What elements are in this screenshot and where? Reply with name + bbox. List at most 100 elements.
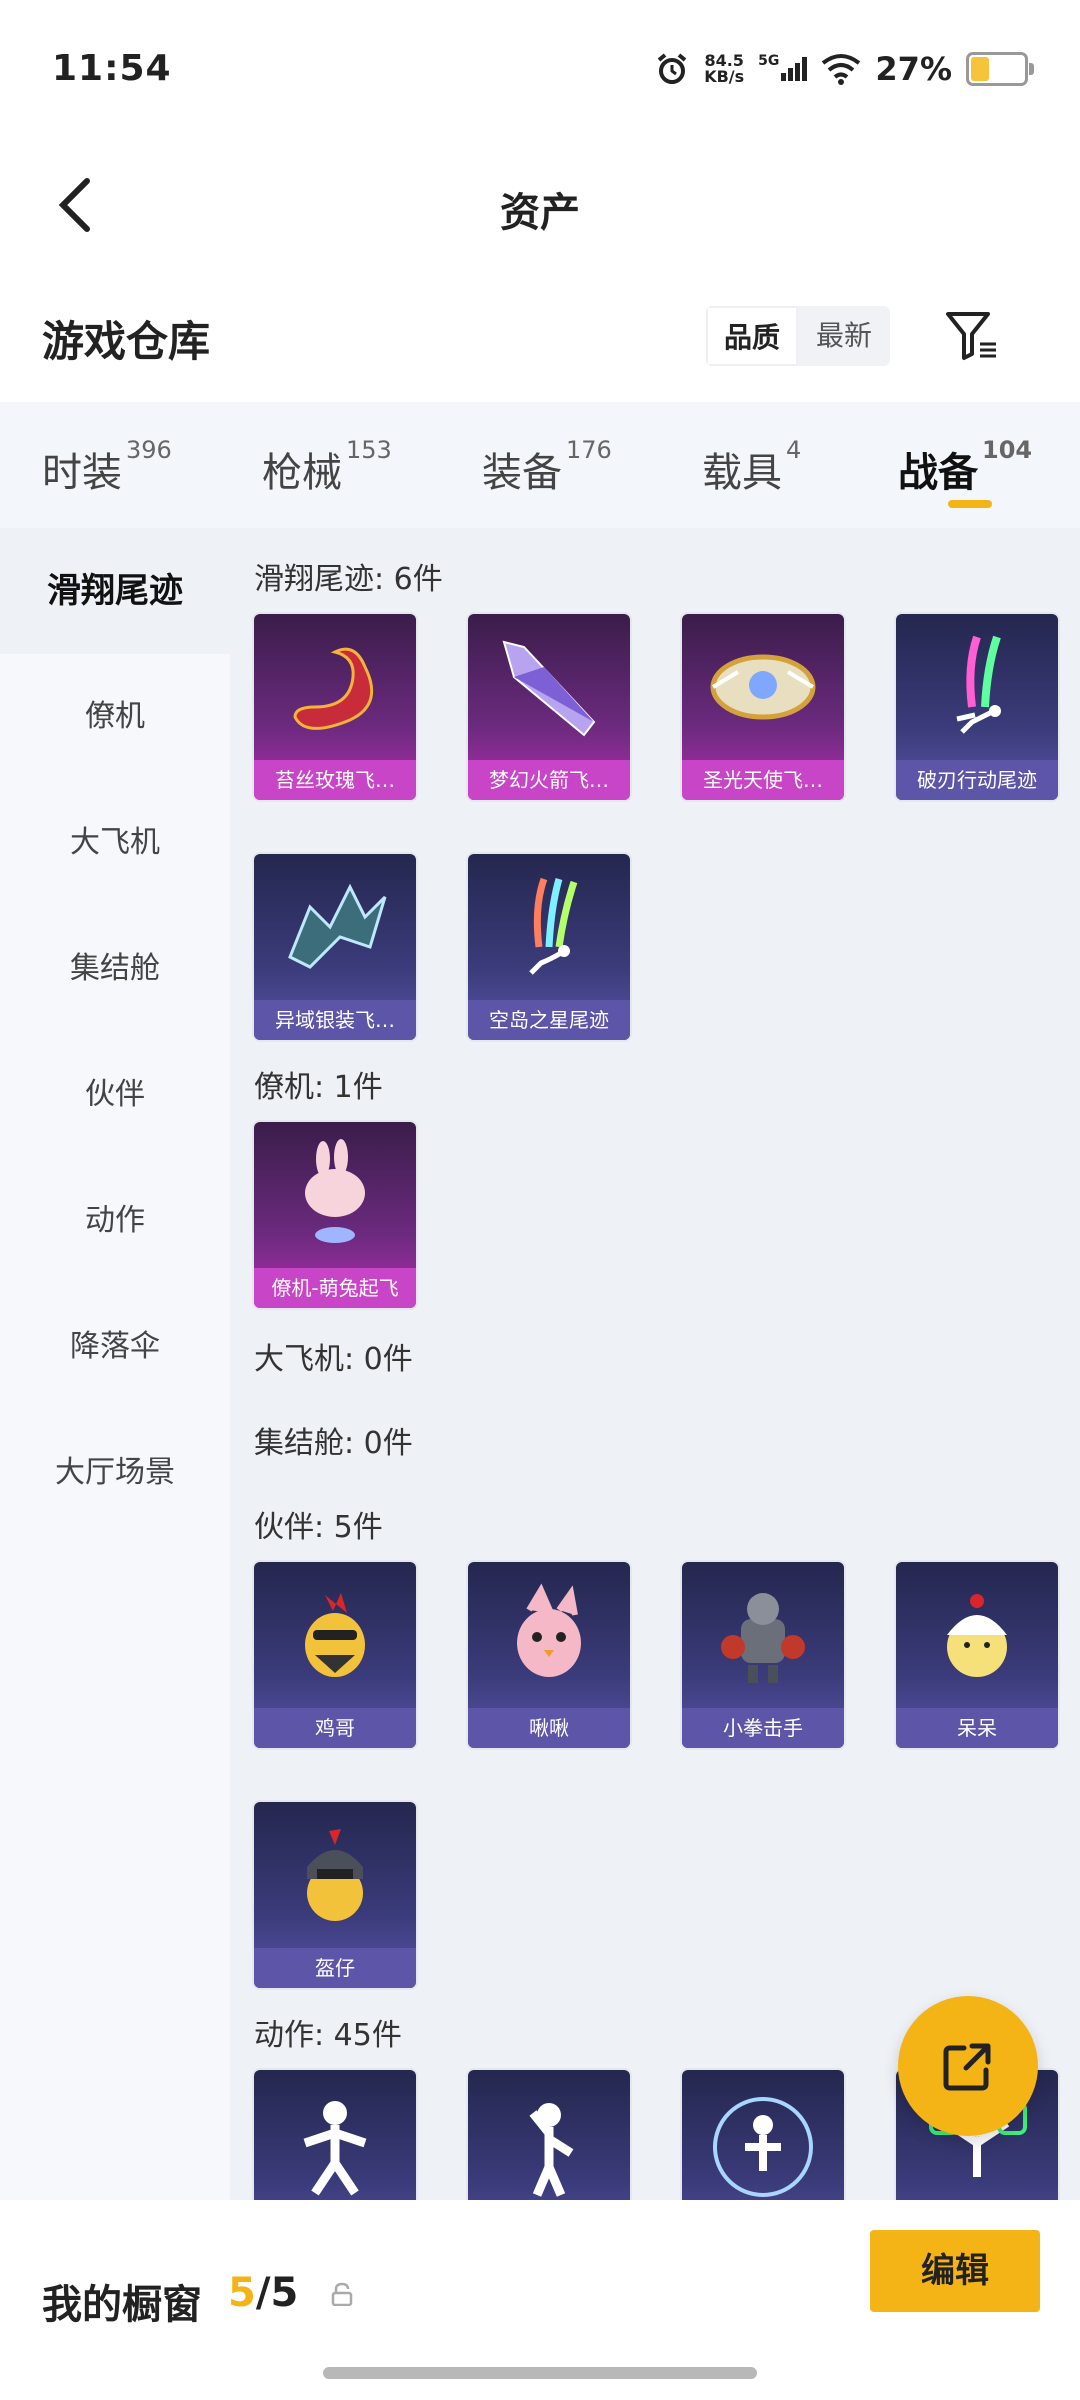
tab-fashion-label: 时装 — [42, 450, 122, 496]
item-card[interactable]: 圣光天使飞… — [682, 614, 844, 800]
sidebar-item-lobby[interactable]: 大厅场景 — [0, 1410, 230, 1536]
item-card[interactable]: 啾啾 — [468, 1562, 630, 1748]
status-bar: 11:54 84.5 KB/s 5G 27% — [0, 0, 1080, 140]
item-label: 空岛之星尾迹 — [468, 1000, 630, 1040]
tab-equipment-label: 装备 — [482, 450, 562, 496]
tab-equipment-count: 176 — [566, 436, 612, 464]
filter-icon — [946, 312, 996, 360]
lock-icon — [331, 2282, 353, 2306]
item-label: 鸡哥 — [254, 1708, 416, 1748]
tab-combat-gear-count: 104 — [982, 436, 1033, 464]
item-label: 梦幻火箭飞… — [468, 760, 630, 800]
item-label: 僚机-萌兔起飞 — [254, 1268, 416, 1308]
sidebar-item-partner[interactable]: 伙伴 — [0, 1032, 230, 1158]
showcase-total: /5 — [255, 2270, 299, 2316]
item-card[interactable]: 苔丝玫瑰飞… — [254, 614, 416, 800]
category-tabs: 时装 396 枪械 153 装备 176 载具 4 战备 104 — [0, 402, 1080, 528]
warehouse-header: 游戏仓库 品质 最新 — [0, 290, 1080, 390]
item-image — [254, 1122, 416, 1268]
item-label: 啾啾 — [468, 1708, 630, 1748]
group-label-glide: 滑翔尾迹: 6件 — [254, 562, 443, 597]
group-label-pod: 集结舱: 0件 — [254, 1426, 413, 1461]
sidebar-item-glide-trail[interactable]: 滑翔尾迹 — [0, 528, 230, 654]
item-card[interactable] — [468, 2070, 630, 2200]
item-label: 破刃行动尾迹 — [896, 760, 1058, 800]
status-icons: 84.5 KB/s 5G 27% — [654, 50, 1034, 88]
item-card[interactable]: 破刃行动尾迹 — [896, 614, 1058, 800]
alarm-icon — [657, 53, 687, 84]
tab-vehicles[interactable]: 载具 4 — [702, 436, 801, 498]
net-speed: 84.5 KB/s — [704, 53, 744, 85]
sort-toggle: 品质 最新 — [706, 306, 890, 366]
share-icon — [943, 2043, 991, 2091]
item-label: 呆呆 — [896, 1708, 1058, 1748]
wifi-icon — [822, 54, 861, 85]
item-image — [254, 614, 416, 760]
signal-type: 5G — [758, 53, 780, 69]
group-label-plane: 大飞机: 0件 — [254, 1342, 413, 1377]
item-label: 异域银装飞… — [254, 1000, 416, 1040]
item-card[interactable]: 小拳击手 — [682, 1562, 844, 1748]
item-label: 圣光天使飞… — [682, 760, 844, 800]
item-card[interactable]: 呆呆 — [896, 1562, 1058, 1748]
edit-button[interactable]: 编辑 — [870, 2230, 1040, 2312]
group-label-action: 动作: 45件 — [254, 2018, 402, 2053]
item-card[interactable]: 盔仔 — [254, 1802, 416, 1988]
item-card[interactable]: 异域银装飞… — [254, 854, 416, 1040]
item-image — [254, 1802, 416, 1948]
tab-guns-label: 枪械 — [262, 450, 342, 496]
item-card[interactable]: 鸡哥 — [254, 1562, 416, 1748]
item-card[interactable]: 空岛之星尾迹 — [468, 854, 630, 1040]
item-image — [254, 2070, 416, 2200]
tab-guns[interactable]: 枪械 153 — [262, 436, 392, 498]
page-title: 资产 — [500, 190, 580, 236]
sidebar-item-plane[interactable]: 大飞机 — [0, 780, 230, 906]
item-image — [254, 854, 416, 1000]
item-label: 盔仔 — [254, 1948, 416, 1988]
sidebar: 滑翔尾迹 僚机 大飞机 集结舱 伙伴 动作 降落伞 大厅场景 — [0, 528, 230, 2200]
item-image — [682, 614, 844, 760]
share-button[interactable] — [898, 1996, 1038, 2136]
battery-percent: 27% — [875, 50, 952, 88]
tab-fashion[interactable]: 时装 396 — [42, 436, 172, 498]
net-speed-unit: KB/s — [704, 67, 745, 86]
showcase-label: 我的橱窗 — [42, 2282, 202, 2328]
item-label: 苔丝玫瑰飞… — [254, 760, 416, 800]
item-card[interactable] — [254, 2070, 416, 2200]
battery-icon — [966, 52, 1034, 86]
group-label-wingman: 僚机: 1件 — [254, 1070, 383, 1105]
item-label: 小拳击手 — [682, 1708, 844, 1748]
showcase-used: 5 — [228, 2270, 256, 2316]
tab-combat-gear-label: 战备 — [898, 450, 978, 496]
sidebar-item-pod[interactable]: 集结舱 — [0, 906, 230, 1032]
home-indicator[interactable] — [323, 2367, 757, 2379]
item-image — [468, 1562, 630, 1708]
sort-quality[interactable]: 品质 — [706, 306, 798, 366]
sidebar-item-wingman[interactable]: 僚机 — [0, 654, 230, 780]
app-header: 资产 — [0, 140, 1080, 270]
showcase-bar: 我的橱窗 5/5 编辑 — [0, 2200, 1080, 2400]
group-label-partner: 伙伴: 5件 — [254, 1510, 383, 1545]
tab-combat-gear[interactable]: 战备 104 — [898, 436, 1032, 508]
item-image — [682, 2070, 844, 2200]
tab-fashion-count: 396 — [126, 436, 172, 464]
sidebar-item-action[interactable]: 动作 — [0, 1158, 230, 1284]
sort-newest[interactable]: 最新 — [798, 306, 890, 366]
item-image — [254, 1562, 416, 1708]
item-image — [468, 854, 630, 1000]
warehouse-title: 游戏仓库 — [42, 317, 211, 366]
item-card[interactable]: 梦幻火箭飞… — [468, 614, 630, 800]
tab-vehicles-count: 4 — [786, 436, 802, 464]
tab-guns-count: 153 — [346, 436, 392, 464]
tab-equipment[interactable]: 装备 176 — [482, 436, 612, 498]
item-image — [468, 614, 630, 760]
filter-button[interactable] — [940, 304, 1004, 368]
item-image — [896, 614, 1058, 760]
sidebar-item-parachute[interactable]: 降落伞 — [0, 1284, 230, 1410]
warehouse-body: 滑翔尾迹 僚机 大飞机 集结舱 伙伴 动作 降落伞 大厅场景 滑翔尾迹: 6件 … — [0, 528, 1080, 2200]
item-image — [896, 1562, 1058, 1708]
item-card[interactable]: 僚机-萌兔起飞 — [254, 1122, 416, 1308]
item-card[interactable] — [682, 2070, 844, 2200]
status-time: 11:54 — [52, 48, 172, 89]
items-content: 滑翔尾迹: 6件 苔丝玫瑰飞… 梦幻火箭飞… 圣光天使飞… 破刃行动尾迹 异域银… — [230, 528, 1080, 2200]
